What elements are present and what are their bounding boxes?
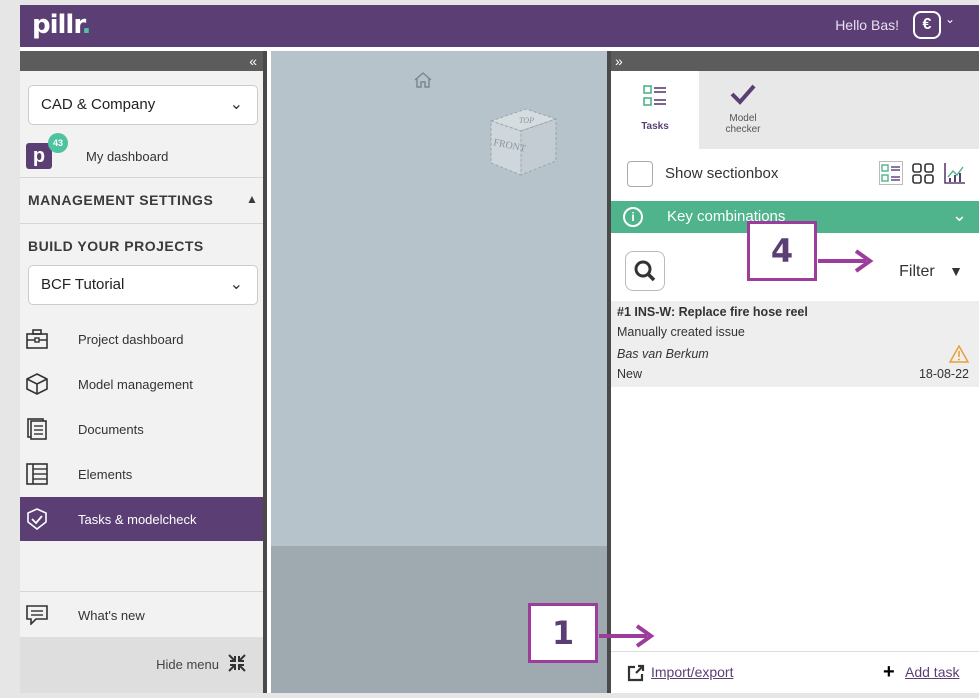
import-export-link[interactable]: Import/export (651, 664, 733, 680)
warning-icon (948, 344, 970, 366)
panel-footer: Import/export + Add task (611, 651, 979, 693)
document-icon (26, 418, 48, 440)
sidebar-item-label: Elements (78, 466, 133, 482)
chat-bubble-icon (26, 604, 48, 626)
divider (20, 223, 263, 224)
company-select-value: CAD & Company (41, 96, 156, 113)
check-shield-icon (26, 508, 48, 530)
chevron-up-icon: ▲ (246, 192, 259, 206)
cube-top-label: TOP (519, 116, 534, 125)
sidebar-item-documents[interactable]: Documents (20, 407, 263, 451)
sidebar-item-label: Model management (78, 376, 193, 392)
panel-tabs: Tasks Model checker (611, 71, 979, 149)
greeting-text: Hello Bas! (835, 17, 899, 33)
tab-tasks[interactable]: Tasks (611, 71, 699, 149)
chevron-down-icon: ⌄ (229, 276, 243, 293)
sidebar-item-whats-new[interactable]: What's new (20, 593, 263, 637)
grid-view-icon[interactable] (911, 161, 935, 190)
my-dashboard-link[interactable]: p 43 My dashboard (26, 133, 169, 169)
search-icon (634, 260, 656, 282)
divider (20, 591, 263, 592)
tab-tasks-label: Tasks (641, 121, 669, 132)
management-settings-toggle[interactable]: MANAGEMENT SETTINGS ▲ (28, 192, 258, 208)
show-sectionbox-label: Show sectionbox (665, 165, 779, 182)
bottom-strip (0, 693, 979, 698)
sidebar-item-label: Documents (78, 421, 144, 437)
home-icon[interactable] (413, 71, 433, 94)
pillr-p-icon: p 43 (26, 133, 68, 169)
task-list-item[interactable]: #1 INS-W: Replace fire hose reel Manuall… (611, 301, 979, 387)
list-icon (643, 85, 667, 112)
task-date: 18-08-22 (918, 367, 969, 381)
sidebar-item-label: Tasks & modelcheck (78, 511, 197, 527)
hide-menu-button[interactable]: Hide menu (20, 637, 263, 693)
top-bar: pillr. Hello Bas! € ⌄ (20, 5, 979, 47)
sidebar-item-elements[interactable]: Elements (20, 452, 263, 496)
export-icon (627, 664, 645, 687)
sidebar-collapse-button[interactable]: « (20, 51, 263, 71)
task-author: Bas van Berkum (617, 347, 709, 361)
sidebar-item-label: What's new (78, 607, 145, 623)
user-avatar-icon[interactable]: € (913, 11, 941, 39)
add-task-link[interactable]: Add task (905, 664, 959, 680)
chevron-down-icon: ▼ (949, 263, 963, 279)
view-mode-switcher (879, 161, 967, 190)
task-description: Manually created issue (617, 325, 745, 339)
cube-icon (26, 373, 48, 395)
left-sidebar: « CAD & Company ⌄ p 43 My dashboard MANA… (20, 51, 267, 693)
view-cube[interactable]: TOP FRONT (481, 101, 561, 186)
divider (20, 177, 263, 178)
checkmark-icon (729, 83, 757, 110)
filter-toggle[interactable]: Filter ▼ (899, 263, 963, 281)
chevron-down-icon: ⌄ (229, 96, 243, 113)
project-select-value: BCF Tutorial (41, 276, 125, 293)
pillr-logo[interactable]: pillr. (32, 10, 91, 40)
elements-icon (26, 463, 48, 485)
task-title: #1 INS-W: Replace fire hose reel (617, 305, 808, 319)
sidebar-item-tasks-modelcheck[interactable]: Tasks & modelcheck (20, 497, 263, 541)
collapse-arrows-icon (227, 653, 247, 678)
info-icon: i (623, 207, 643, 227)
panel-expand-button[interactable]: » (611, 51, 979, 71)
annotation-step-1: 1 (528, 603, 598, 663)
sectionbox-row: Show sectionbox (611, 153, 979, 197)
dashboard-count-badge: 43 (48, 133, 68, 153)
briefcase-icon (26, 328, 48, 350)
app-frame: pillr. Hello Bas! € ⌄ « CAD & Company ⌄ … (20, 5, 979, 693)
management-settings-title: MANAGEMENT SETTINGS (28, 192, 214, 208)
chevron-down-icon: ⌄ (951, 205, 967, 225)
tab-model-checker-label: Model checker (725, 113, 761, 135)
annotation-arrow-4 (818, 249, 874, 273)
tab-model-checker[interactable]: Model checker (699, 71, 787, 149)
filter-label: Filter (899, 263, 935, 280)
sidebar-item-label: Project dashboard (78, 331, 184, 347)
show-sectionbox-checkbox[interactable] (627, 161, 653, 187)
dashboard-label: My dashboard (86, 148, 169, 164)
task-status: New (617, 367, 643, 381)
annotation-step-4: 4 (747, 221, 817, 281)
search-button[interactable] (625, 251, 665, 291)
list-view-icon[interactable] (879, 161, 903, 190)
plus-icon: + (883, 661, 895, 683)
sidebar-item-model-management[interactable]: Model management (20, 362, 263, 406)
hide-menu-label: Hide menu (156, 657, 219, 672)
sidebar-item-project-dashboard[interactable]: Project dashboard (20, 317, 263, 361)
annotation-arrow-1 (599, 624, 655, 648)
build-projects-title: BUILD YOUR PROJECTS (28, 238, 204, 254)
chevron-down-icon[interactable]: ⌄ (945, 12, 955, 26)
chart-view-icon[interactable] (943, 161, 967, 190)
model-viewer[interactable]: TOP FRONT (271, 51, 607, 693)
project-select[interactable]: BCF Tutorial ⌄ (28, 265, 258, 305)
company-select[interactable]: CAD & Company ⌄ (28, 85, 258, 125)
tasks-panel: » Tasks Model checker Show sectionbox i … (607, 51, 979, 693)
